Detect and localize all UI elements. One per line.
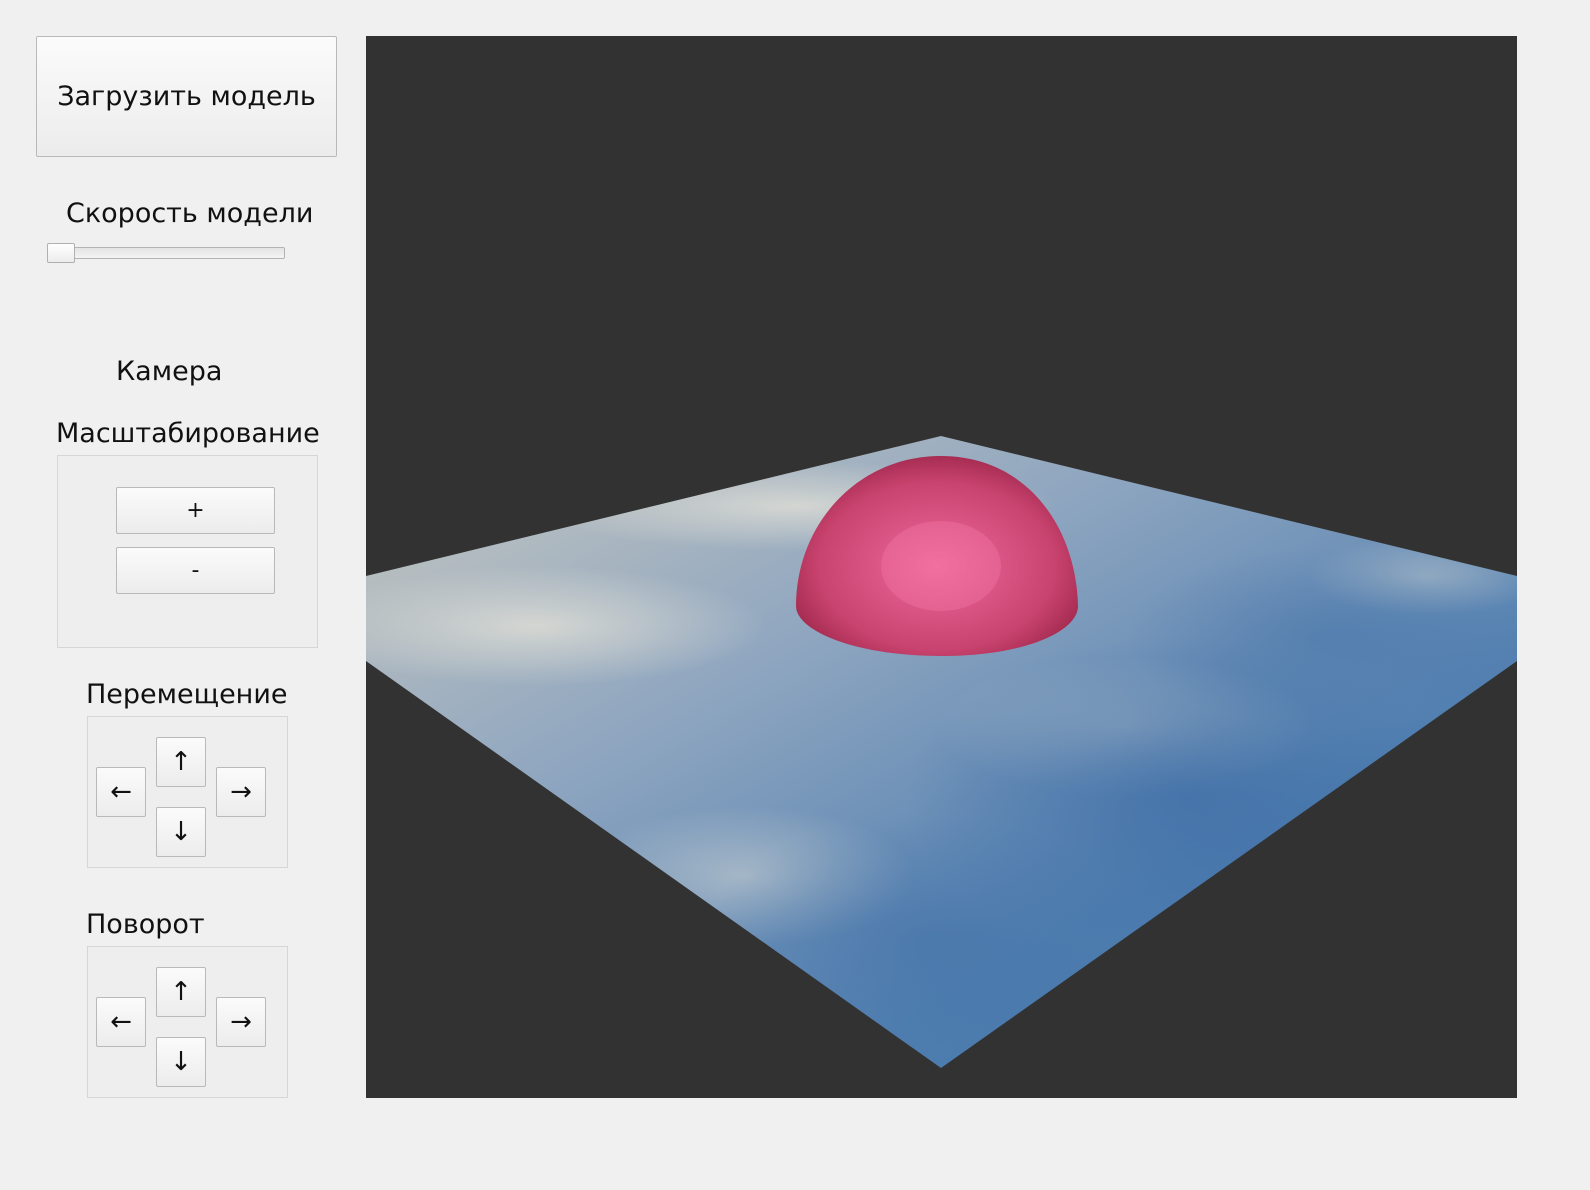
arrow-down-icon: ↓ [170, 1047, 192, 1077]
load-model-button[interactable]: Загрузить модель [36, 36, 337, 157]
rotate-right-button[interactable]: → [216, 997, 266, 1047]
move-left-button[interactable]: ← [96, 767, 146, 817]
arrow-up-icon: ↑ [170, 747, 192, 777]
speed-label: Скорость модели [66, 198, 314, 229]
zoom-in-label: + [186, 498, 205, 523]
arrow-right-icon: → [230, 1007, 252, 1037]
move-up-button[interactable]: ↑ [156, 737, 206, 787]
move-right-button[interactable]: → [216, 767, 266, 817]
camera-label: Камера [116, 356, 223, 387]
zoom-out-label: - [191, 558, 200, 583]
rotate-down-button[interactable]: ↓ [156, 1037, 206, 1087]
arrow-right-icon: → [230, 777, 252, 807]
zoom-out-button[interactable]: - [116, 547, 275, 594]
3d-viewport[interactable] [366, 36, 1517, 1098]
arrow-left-icon: ← [110, 777, 132, 807]
speed-slider-handle[interactable] [47, 243, 75, 263]
zoom-label: Масштабирование [56, 418, 320, 449]
rotate-up-button[interactable]: ↑ [156, 967, 206, 1017]
rotate-left-button[interactable]: ← [96, 997, 146, 1047]
arrow-down-icon: ↓ [170, 817, 192, 847]
load-model-label: Загрузить модель [57, 81, 316, 112]
arrow-left-icon: ← [110, 1007, 132, 1037]
scene-render [366, 436, 1517, 1068]
move-label: Перемещение [86, 679, 288, 710]
arrow-up-icon: ↑ [170, 977, 192, 1007]
move-down-button[interactable]: ↓ [156, 807, 206, 857]
rotate-label: Поворот [86, 909, 205, 940]
speed-slider-track[interactable] [47, 247, 285, 259]
zoom-in-button[interactable]: + [116, 487, 275, 534]
